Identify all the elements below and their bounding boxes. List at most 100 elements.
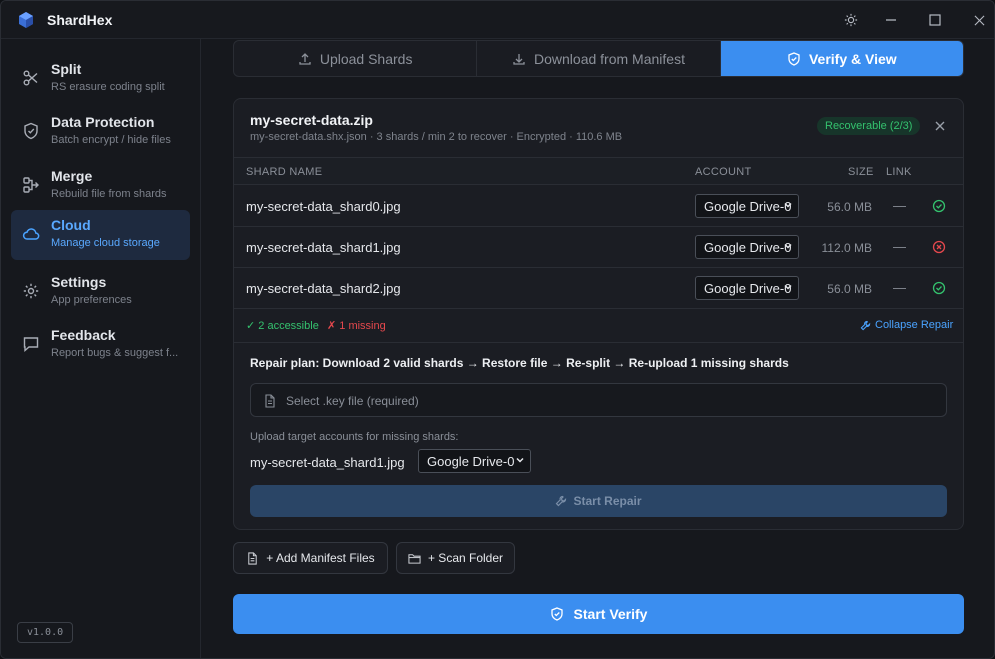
file-icon xyxy=(248,551,258,565)
header-shard-name: SHARD NAME xyxy=(246,166,323,178)
x-circle-icon xyxy=(932,240,946,254)
download-icon xyxy=(513,53,525,65)
version-badge: v1.0.0 xyxy=(17,622,74,643)
upload-target-label: Upload target accounts for missing shard… xyxy=(250,431,459,443)
tab-upload-shards[interactable]: Upload Shards xyxy=(234,41,478,76)
shield-check-icon xyxy=(788,51,800,66)
scissors-icon xyxy=(23,70,38,86)
target-account-select[interactable]: Google Drive-0 xyxy=(418,449,531,473)
tab-label: Download from Manifest xyxy=(534,50,685,67)
shard-name: my-secret-data_shard2.jpg xyxy=(246,281,401,296)
upload-icon xyxy=(299,52,311,65)
sidebar-item-sub: App preferences xyxy=(51,294,132,306)
add-manifest-label: + Add Manifest Files xyxy=(266,551,375,565)
wrench-icon xyxy=(860,320,871,330)
sidebar-item-split[interactable]: Split RS erasure coding split xyxy=(11,54,190,104)
sidebar-item-label: Settings xyxy=(51,274,107,290)
sidebar-item-sub: Report bugs & suggest f... xyxy=(51,347,179,359)
theme-toggle-icon[interactable] xyxy=(841,10,861,30)
chevron-down-icon xyxy=(516,457,524,463)
shard-summary: ✓ 2 accessible ✗ 1 missing Collapse Repa… xyxy=(234,309,963,343)
account-value: Google Drive-0 xyxy=(704,240,792,255)
sidebar-item-sub: Rebuild file from shards xyxy=(51,188,167,200)
wrench-icon xyxy=(556,495,567,507)
scan-folder-label: + Scan Folder xyxy=(427,551,504,565)
sidebar-item-label: Data Protection xyxy=(51,114,155,130)
sidebar-item-label: Cloud xyxy=(51,217,91,233)
chevron-down-icon xyxy=(784,284,792,290)
scan-folder-button[interactable]: + Scan Folder xyxy=(396,542,515,574)
shard-link: — xyxy=(893,198,906,213)
sidebar-item-settings[interactable]: Settings App preferences xyxy=(11,267,190,317)
file-icon xyxy=(265,394,275,408)
sidebar-item-sub: Batch encrypt / hide files xyxy=(51,134,171,146)
shard-name: my-secret-data_shard1.jpg xyxy=(246,240,401,255)
shard-link: — xyxy=(893,280,906,295)
shard-size: 56.0 MB xyxy=(827,200,872,214)
gear-icon xyxy=(23,283,39,299)
collapse-label: Collapse Repair xyxy=(875,319,954,331)
sidebar: Split RS erasure coding split Data Prote… xyxy=(1,39,201,658)
app-title: ShardHex xyxy=(47,12,113,28)
manifest-card: my-secret-data.zip my-secret-data.shx.js… xyxy=(233,98,964,530)
account-select[interactable]: Google Drive-0 xyxy=(695,276,799,300)
tab-label: Verify & View xyxy=(808,50,897,67)
app-logo-icon xyxy=(19,12,33,28)
start-verify-label: Start Verify xyxy=(573,606,648,622)
table-row: my-secret-data_shard1.jpg Google Drive-0… xyxy=(234,227,963,268)
tab-verify-view[interactable]: Verify & View xyxy=(720,41,963,76)
file-meta: my-secret-data.shx.json · 3 shards / min… xyxy=(250,131,623,143)
header-link: LINK xyxy=(886,166,912,178)
shield-check-icon xyxy=(550,607,563,621)
minimize-icon[interactable] xyxy=(881,10,901,30)
start-verify-button[interactable]: Start Verify xyxy=(233,594,964,634)
cloud-icon xyxy=(22,228,40,240)
message-icon xyxy=(23,337,39,353)
accessible-count: ✓ 2 accessible xyxy=(246,320,319,332)
collapse-repair-link[interactable]: Collapse Repair xyxy=(860,319,953,331)
check-circle-icon xyxy=(932,199,946,213)
chevron-down-icon xyxy=(784,243,792,249)
table-row: my-secret-data_shard2.jpg Google Drive-0… xyxy=(234,268,963,309)
merge-icon xyxy=(23,177,39,193)
folder-icon xyxy=(408,553,421,564)
sidebar-item-cloud[interactable]: Cloud Manage cloud storage xyxy=(11,210,190,260)
app-window: ShardHex Split RS erasure coding split D… xyxy=(0,0,995,659)
sidebar-item-label: Feedback xyxy=(51,327,116,343)
key-file-input[interactable]: Select .key file (required) xyxy=(250,383,947,417)
start-repair-button[interactable]: Start Repair xyxy=(250,485,947,517)
add-manifest-button[interactable]: + Add Manifest Files xyxy=(233,542,388,574)
tab-bar: Upload Shards Download from Manifest Ver… xyxy=(233,40,964,77)
shard-name: my-secret-data_shard0.jpg xyxy=(246,199,401,214)
sidebar-item-label: Split xyxy=(51,61,82,77)
shield-icon xyxy=(24,122,38,140)
sidebar-item-data-protection[interactable]: Data Protection Batch encrypt / hide fil… xyxy=(11,107,190,157)
close-icon[interactable] xyxy=(934,120,946,132)
status-badge: Recoverable (2/3) xyxy=(817,117,921,135)
sidebar-item-label: Merge xyxy=(51,168,93,184)
missing-shard-name: my-secret-data_shard1.jpg xyxy=(250,455,405,470)
shard-link: — xyxy=(893,239,906,254)
file-name: my-secret-data.zip xyxy=(250,112,373,128)
maximize-icon[interactable] xyxy=(925,10,945,30)
title-bar: ShardHex xyxy=(1,1,994,39)
account-select[interactable]: Google Drive-0 xyxy=(695,194,799,218)
sidebar-item-merge[interactable]: Merge Rebuild file from shards xyxy=(11,161,190,211)
repair-plan: Repair plan: Download 2 valid shards → R… xyxy=(250,356,789,370)
check-circle-icon xyxy=(932,281,946,295)
table-row: my-secret-data_shard0.jpg Google Drive-0… xyxy=(234,186,963,227)
start-repair-label: Start Repair xyxy=(573,494,642,508)
sidebar-item-feedback[interactable]: Feedback Report bugs & suggest f... xyxy=(11,320,190,370)
sidebar-item-sub: RS erasure coding split xyxy=(51,81,165,93)
missing-count: ✗ 1 missing xyxy=(327,320,386,332)
table-header: SHARD NAME ACCOUNT SIZE LINK xyxy=(234,157,963,185)
tab-download-manifest[interactable]: Download from Manifest xyxy=(477,41,721,76)
shard-size: 56.0 MB xyxy=(827,282,872,296)
account-select[interactable]: Google Drive-0 xyxy=(695,235,799,259)
account-value: Google Drive-0 xyxy=(704,281,792,296)
chevron-down-icon xyxy=(784,202,792,208)
close-window-icon[interactable] xyxy=(969,10,989,30)
sidebar-item-sub: Manage cloud storage xyxy=(51,237,160,249)
tab-label: Upload Shards xyxy=(319,50,413,67)
target-account-value: Google Drive-0 xyxy=(427,454,515,469)
